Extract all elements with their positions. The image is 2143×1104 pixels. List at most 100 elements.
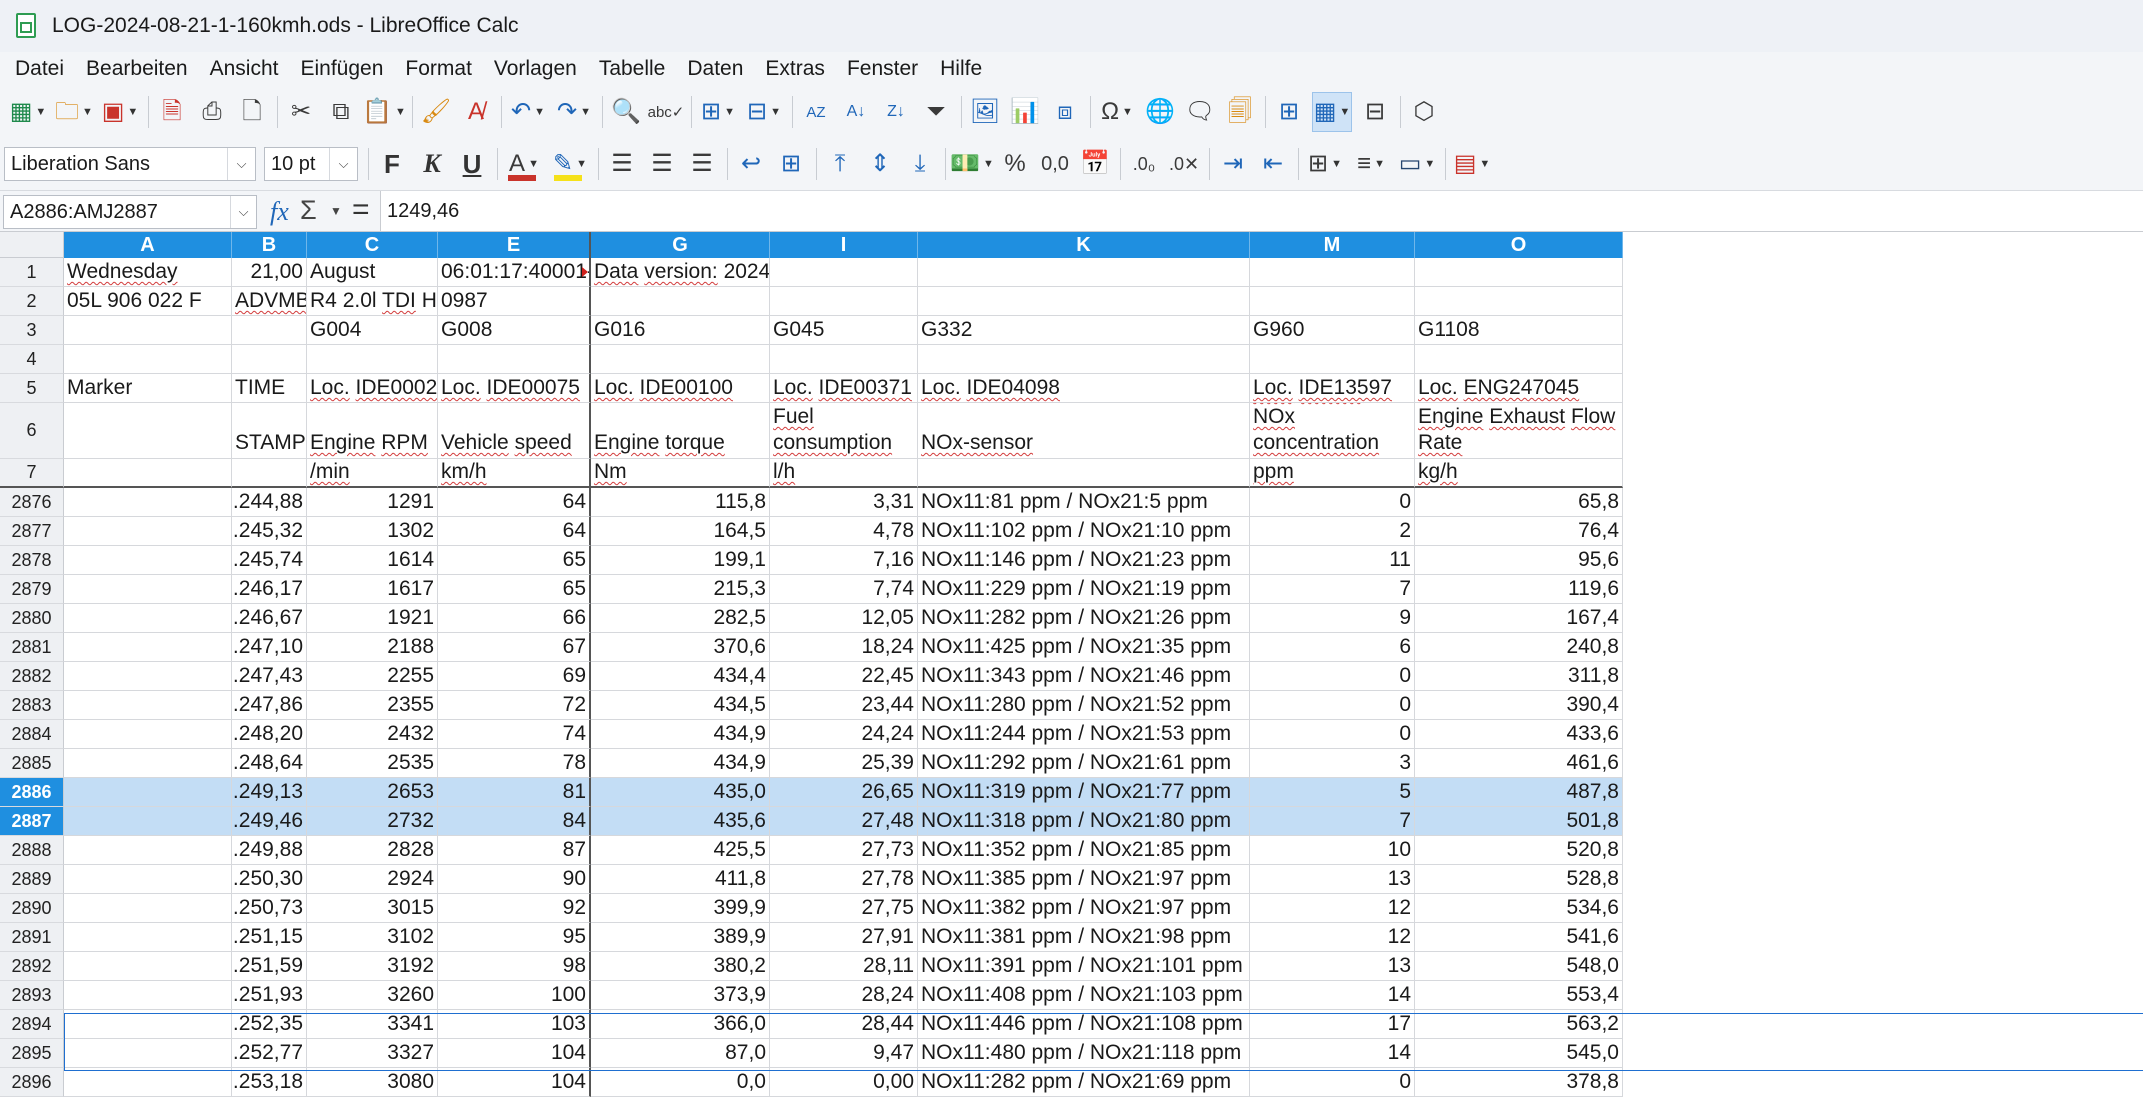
cell-o[interactable]: 541,6 <box>1415 923 1623 952</box>
cell-b[interactable]: 1.251,93 <box>232 981 307 1010</box>
cell-e[interactable]: 81 <box>438 778 591 807</box>
cell-i[interactable]: 27,48 <box>770 807 918 836</box>
cell-m[interactable] <box>1250 258 1415 287</box>
new-document-button[interactable]: ▦ ▼ <box>8 92 48 132</box>
menu-format[interactable]: Format <box>395 57 482 81</box>
column-header-k[interactable]: K <box>918 232 1250 258</box>
cell-k[interactable]: NOx11:319 ppm / NOx21:77 ppm <box>918 778 1250 807</box>
freeze-rows-columns-button[interactable]: ▦ ▼ <box>1312 92 1352 132</box>
row-header[interactable]: 2887 <box>0 807 64 836</box>
cell-o[interactable]: 433,6 <box>1415 720 1623 749</box>
column-header-m[interactable]: M <box>1250 232 1415 258</box>
border-style-button[interactable]: ≡ ▼ <box>1351 144 1391 184</box>
cell-m[interactable]: 7 <box>1250 575 1415 604</box>
cell-a[interactable] <box>64 517 232 546</box>
cell-o[interactable]: 548,0 <box>1415 952 1623 981</box>
cell-g[interactable] <box>591 287 770 316</box>
cell-a[interactable] <box>64 604 232 633</box>
cell-g[interactable]: 370,6 <box>591 633 770 662</box>
cell-c[interactable]: Loc. IDE00021 <box>307 374 438 403</box>
cell-a[interactable] <box>64 749 232 778</box>
menu-einfuegen[interactable]: Einfügen <box>290 57 393 81</box>
row-header[interactable]: 2881 <box>0 633 64 662</box>
cell-c[interactable]: 1614 <box>307 546 438 575</box>
menu-bearbeiten[interactable]: Bearbeiten <box>76 57 198 81</box>
cell-b[interactable]: 1.250,30 <box>232 865 307 894</box>
redo-button[interactable]: ↷ ▼ <box>554 92 594 132</box>
cell-c[interactable]: 2653 <box>307 778 438 807</box>
cell-b[interactable]: 1.251,59 <box>232 952 307 981</box>
cell-g[interactable]: Loc. IDE00100 <box>591 374 770 403</box>
cell-k[interactable]: NOx11:292 ppm / NOx21:61 ppm <box>918 749 1250 778</box>
cell-a[interactable] <box>64 894 232 923</box>
select-all-corner[interactable] <box>0 232 64 258</box>
cell-b[interactable]: 1.252,35 <box>232 1010 307 1039</box>
cell-c[interactable]: 1302 <box>307 517 438 546</box>
find-replace-button[interactable]: 🔍 <box>609 92 643 132</box>
cell-k[interactable]: NOx11:282 ppm / NOx21:26 ppm <box>918 604 1250 633</box>
cell-k[interactable]: NOx11:81 ppm / NOx21:5 ppm <box>918 488 1250 517</box>
cell-g[interactable]: 425,5 <box>591 836 770 865</box>
merge-center-button[interactable]: ⊞ <box>774 144 808 184</box>
cell-g[interactable]: 435,0 <box>591 778 770 807</box>
cell-o[interactable]: 487,8 <box>1415 778 1623 807</box>
cell-a[interactable] <box>64 952 232 981</box>
headers-footers-button[interactable]: 🗐 <box>1223 92 1257 132</box>
row-header[interactable]: 2896 <box>0 1068 64 1097</box>
delete-decimal-place-button[interactable]: .0✕ <box>1167 144 1201 184</box>
cell-c[interactable]: 2355 <box>307 691 438 720</box>
cell-c[interactable]: 2188 <box>307 633 438 662</box>
cell-m[interactable]: 12 <box>1250 894 1415 923</box>
cell-i[interactable] <box>770 345 918 374</box>
cell-g[interactable]: Data version: 20240715 DS356.3 <box>591 258 770 287</box>
cell-b[interactable] <box>232 459 307 488</box>
borders-button[interactable]: ⊞ ▼ <box>1305 144 1345 184</box>
cell-k[interactable]: NOx11:408 ppm / NOx21:103 ppm <box>918 981 1250 1010</box>
row-header[interactable]: 2886 <box>0 778 64 807</box>
cell-c[interactable]: G004 <box>307 316 438 345</box>
cell-e[interactable] <box>438 345 591 374</box>
cell-b[interactable]: 1.249,46 <box>232 807 307 836</box>
format-as-percent-button[interactable]: % <box>998 144 1032 184</box>
cell-o[interactable]: Engine Exhaust Flow Rate <box>1415 403 1623 459</box>
row-header[interactable]: 2892 <box>0 952 64 981</box>
cell-i[interactable]: 22,45 <box>770 662 918 691</box>
cell-i[interactable]: 27,78 <box>770 865 918 894</box>
cell-g[interactable]: 373,9 <box>591 981 770 1010</box>
chevron-down-icon[interactable]: ▼ <box>330 204 342 218</box>
cell-b[interactable]: 1.251,15 <box>232 923 307 952</box>
cell-a[interactable] <box>64 981 232 1010</box>
row-header[interactable]: 2895 <box>0 1039 64 1068</box>
insert-chart-button[interactable]: 📊 <box>1008 92 1042 132</box>
cell-k[interactable]: NOx11:385 ppm / NOx21:97 ppm <box>918 865 1250 894</box>
cell-k[interactable]: G332 <box>918 316 1250 345</box>
cell-c[interactable]: 3102 <box>307 923 438 952</box>
cell-m[interactable]: 14 <box>1250 1039 1415 1068</box>
column-header-a[interactable]: A <box>64 232 232 258</box>
row-header[interactable]: 2883 <box>0 691 64 720</box>
row-header[interactable]: 2884 <box>0 720 64 749</box>
cell-i[interactable]: 28,44 <box>770 1010 918 1039</box>
cell-b[interactable]: TIME <box>232 374 307 403</box>
cell-c[interactable]: 2255 <box>307 662 438 691</box>
cell-m[interactable]: 13 <box>1250 952 1415 981</box>
cell-i[interactable]: 9,47 <box>770 1039 918 1068</box>
cell-a[interactable]: Wednesday <box>64 258 232 287</box>
column-header-i[interactable]: I <box>770 232 918 258</box>
row-header[interactable]: 2878 <box>0 546 64 575</box>
cell-a[interactable] <box>64 691 232 720</box>
formula-equals-icon[interactable]: = <box>352 193 370 227</box>
menu-vorlagen[interactable]: Vorlagen <box>484 57 587 81</box>
cell-e[interactable]: 90 <box>438 865 591 894</box>
cell-m[interactable]: 0 <box>1250 691 1415 720</box>
row-header[interactable]: 2876 <box>0 488 64 517</box>
cell-o[interactable] <box>1415 287 1623 316</box>
cell-c[interactable]: /min <box>307 459 438 488</box>
cell-e[interactable]: 64 <box>438 488 591 517</box>
cell-b[interactable]: 1.248,64 <box>232 749 307 778</box>
cell-k[interactable]: NOx11:343 ppm / NOx21:46 ppm <box>918 662 1250 691</box>
cell-o[interactable]: 563,2 <box>1415 1010 1623 1039</box>
row-header[interactable]: 2 <box>0 287 64 316</box>
cell-b[interactable] <box>232 316 307 345</box>
copy-button[interactable]: ⧉ <box>324 92 358 132</box>
